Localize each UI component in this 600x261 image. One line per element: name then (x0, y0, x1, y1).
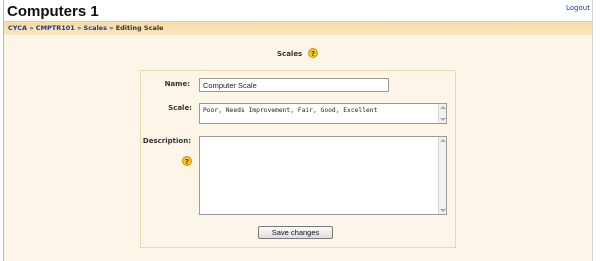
name-input[interactable]: Computer Scale (199, 78, 389, 92)
breadcrumb-scales[interactable]: Scales (84, 24, 107, 32)
navigation-bar: CYCA » CMPTR101 » Scales » Editing Scale (4, 21, 592, 36)
breadcrumb-course[interactable]: CMPTR101 (36, 24, 75, 32)
scale-textarea[interactable]: Poor, Needs Improvement, Fair, Good, Exc… (199, 103, 447, 124)
breadcrumb: CYCA » CMPTR101 » Scales » Editing Scale (8, 24, 163, 32)
logout-link[interactable]: Logout (566, 4, 590, 12)
scroll-up-icon[interactable] (440, 139, 446, 142)
breadcrumb-separator: » (77, 24, 82, 32)
description-scrollbar[interactable] (438, 137, 446, 214)
name-label: Name: (164, 80, 190, 88)
scroll-up-icon[interactable] (440, 106, 446, 109)
save-changes-button[interactable]: Save changes (258, 226, 333, 239)
page-heading-text: Scales (277, 50, 303, 58)
breadcrumb-current: Editing Scale (115, 24, 164, 32)
breadcrumb-separator: » (109, 24, 114, 32)
scale-label: Scale: (168, 104, 192, 112)
scale-scrollbar[interactable] (438, 104, 446, 123)
scroll-down-icon[interactable] (440, 209, 446, 212)
scale-text: Poor, Needs Improvement, Fair, Good, Exc… (203, 107, 378, 114)
description-label: Description: (142, 137, 191, 145)
breadcrumb-separator: » (29, 24, 34, 32)
description-help-icon[interactable]: ? (182, 156, 192, 166)
page-heading: Scales ? (277, 48, 318, 58)
scroll-down-icon[interactable] (440, 118, 446, 121)
frame-right-edge (592, 0, 593, 261)
help-icon[interactable]: ? (308, 48, 318, 58)
breadcrumb-cyca[interactable]: CYCA (8, 24, 27, 32)
description-textarea[interactable] (199, 136, 447, 215)
site-title: Computers 1 (7, 3, 99, 20)
